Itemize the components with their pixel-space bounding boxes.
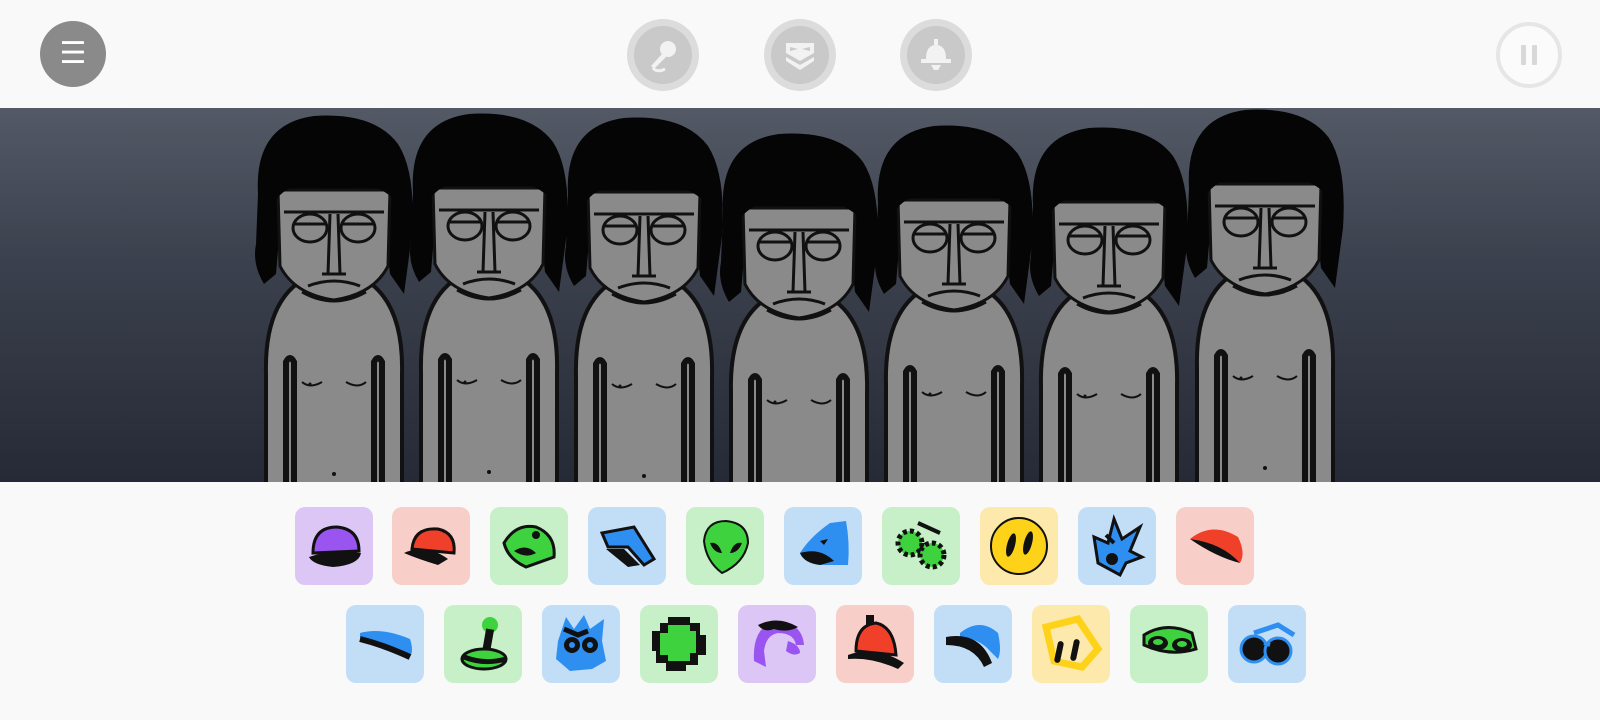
baseball-cap-icon (404, 527, 456, 565)
blue-hood-icon (800, 521, 849, 565)
stage (0, 108, 1600, 482)
yellow-frame-icon (1041, 615, 1103, 671)
sound-slot-14[interactable] (640, 605, 718, 683)
mode-microphone-button[interactable] (627, 19, 699, 91)
mode-bell-button[interactable] (900, 19, 972, 91)
character-4[interactable] (720, 134, 878, 482)
sound-slot-3[interactable] (490, 507, 568, 585)
sound-slot-19[interactable] (1130, 605, 1208, 683)
top-toolbar: ☰ (0, 0, 1600, 108)
visor-glasses-icon (599, 525, 657, 567)
alien-head-icon (702, 519, 750, 575)
mask-icon (786, 43, 814, 70)
character-5[interactable] (875, 126, 1033, 482)
character-3[interactable] (565, 118, 723, 482)
mode-mask-button[interactable] (764, 19, 836, 91)
red-lips-icon (1190, 529, 1243, 563)
sound-slot-18[interactable] (1032, 605, 1110, 683)
sound-slot-16[interactable] (836, 605, 914, 683)
yellow-eyes-icon (990, 517, 1048, 575)
sound-slot-6[interactable] (784, 507, 862, 585)
sound-slot-13[interactable] (542, 605, 620, 683)
character-6[interactable] (1030, 128, 1188, 482)
joystick-icon (460, 617, 508, 671)
pixel-head-icon (652, 617, 706, 671)
sound-slot-7[interactable] (882, 507, 960, 585)
pause-button[interactable] (1496, 22, 1562, 88)
sound-slot-17[interactable] (934, 605, 1012, 683)
headband-icon (359, 631, 412, 660)
purple-hair-icon (753, 620, 804, 667)
green-goggles-icon (895, 521, 947, 570)
sound-slot-8[interactable] (980, 507, 1058, 585)
sound-slot-12[interactable] (444, 605, 522, 683)
character-row (0, 108, 1600, 482)
sound-slot-11[interactable] (346, 605, 424, 683)
frog-hat-icon (502, 524, 556, 569)
menu-icon: ☰ (59, 36, 87, 71)
sound-slot-5[interactable] (686, 507, 764, 585)
character-1[interactable] (255, 116, 413, 482)
beanie-icon (946, 625, 1000, 667)
sound-slot-2[interactable] (392, 507, 470, 585)
pause-icon (1518, 45, 1540, 65)
character-7[interactable] (1186, 110, 1344, 482)
sound-slot-4[interactable] (588, 507, 666, 585)
sound-slot-10[interactable] (1176, 507, 1254, 585)
monster-mask-icon (556, 615, 606, 671)
round-glasses-icon (1239, 622, 1296, 666)
sound-slot-15[interactable] (738, 605, 816, 683)
character-2[interactable] (410, 114, 568, 482)
cap-icon (309, 525, 361, 567)
bell-hat-icon (848, 615, 904, 669)
menu-button[interactable]: ☰ (40, 21, 106, 87)
spiky-mask-icon (1092, 514, 1146, 578)
green-visor-icon (1142, 626, 1198, 654)
sound-slot-20[interactable] (1228, 605, 1306, 683)
sound-palette (0, 482, 1600, 720)
sound-slot-9[interactable] (1078, 507, 1156, 585)
microphone-icon (651, 41, 676, 73)
sound-slot-1[interactable] (295, 507, 373, 585)
bell-icon (921, 39, 951, 70)
